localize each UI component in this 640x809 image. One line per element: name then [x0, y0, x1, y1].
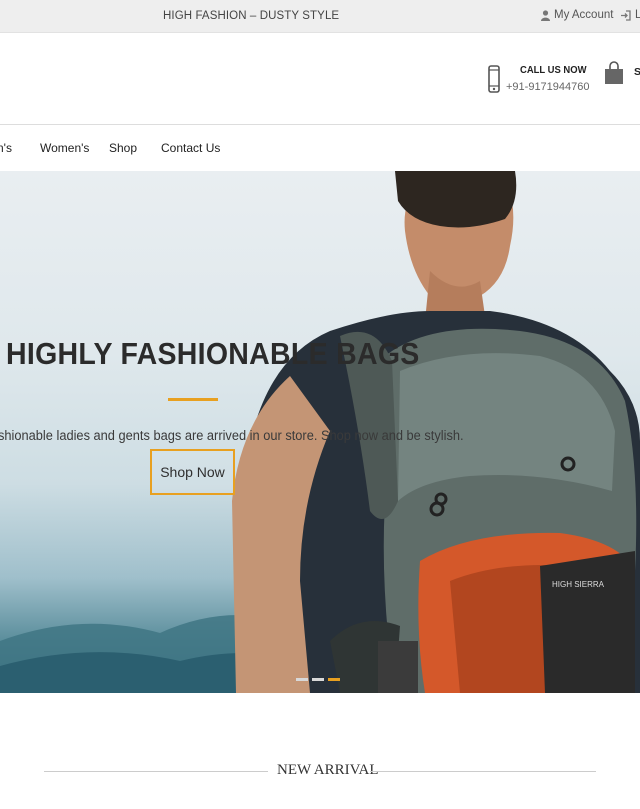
slider-dot-1[interactable]: [296, 678, 308, 681]
main-nav: n's Women's Shop Contact Us: [0, 126, 640, 171]
hero-title-underline: [168, 398, 218, 401]
nav-item-contact-us[interactable]: Contact Us: [161, 141, 220, 155]
shop-now-button[interactable]: Shop Now: [150, 449, 235, 495]
call-us-title: CALL US NOW: [520, 64, 587, 76]
nav-item-womens[interactable]: Women's: [40, 141, 89, 155]
nav-item-mens[interactable]: n's: [0, 141, 12, 155]
slider-dot-3[interactable]: [328, 678, 340, 681]
new-arrival-title: NEW ARRIVAL: [277, 762, 379, 778]
phone-icon: [488, 65, 500, 93]
user-icon: [541, 9, 550, 21]
divider-right: [370, 771, 596, 772]
hero-title: HIGHLY FASHIONABLE BAGS: [6, 336, 420, 371]
shopping-bag-icon[interactable]: [604, 61, 624, 85]
login-label: Lo: [635, 9, 640, 21]
login-link[interactable]: Lo: [620, 9, 640, 21]
tagline: HIGH FASHION – DUSTY STYLE: [163, 10, 340, 22]
divider-left: [44, 771, 268, 772]
call-number[interactable]: +91-9171944760: [506, 81, 590, 93]
slider-dot-2[interactable]: [312, 678, 324, 681]
nav-item-shop[interactable]: Shop: [109, 141, 137, 155]
login-icon: [621, 9, 631, 21]
site-header: CALL US NOW +91-9171944760 S: [0, 33, 640, 125]
hero-slider: HIGH SIERRA HIGHLY FASHIONABLE BAGS shio…: [0, 171, 640, 693]
top-bar: HIGH FASHION – DUSTY STYLE My Account Lo: [0, 0, 640, 33]
backpack-brand-text: HIGH SIERRA: [552, 580, 605, 589]
my-account-label: My Account: [554, 9, 614, 21]
slider-dots: [296, 678, 340, 681]
cart-label[interactable]: S: [634, 66, 640, 78]
new-arrival-heading: NEW ARRIVAL: [0, 762, 640, 782]
my-account-link[interactable]: My Account: [541, 9, 613, 21]
hero-subtitle: shionable ladies and gents bags are arri…: [0, 428, 464, 443]
